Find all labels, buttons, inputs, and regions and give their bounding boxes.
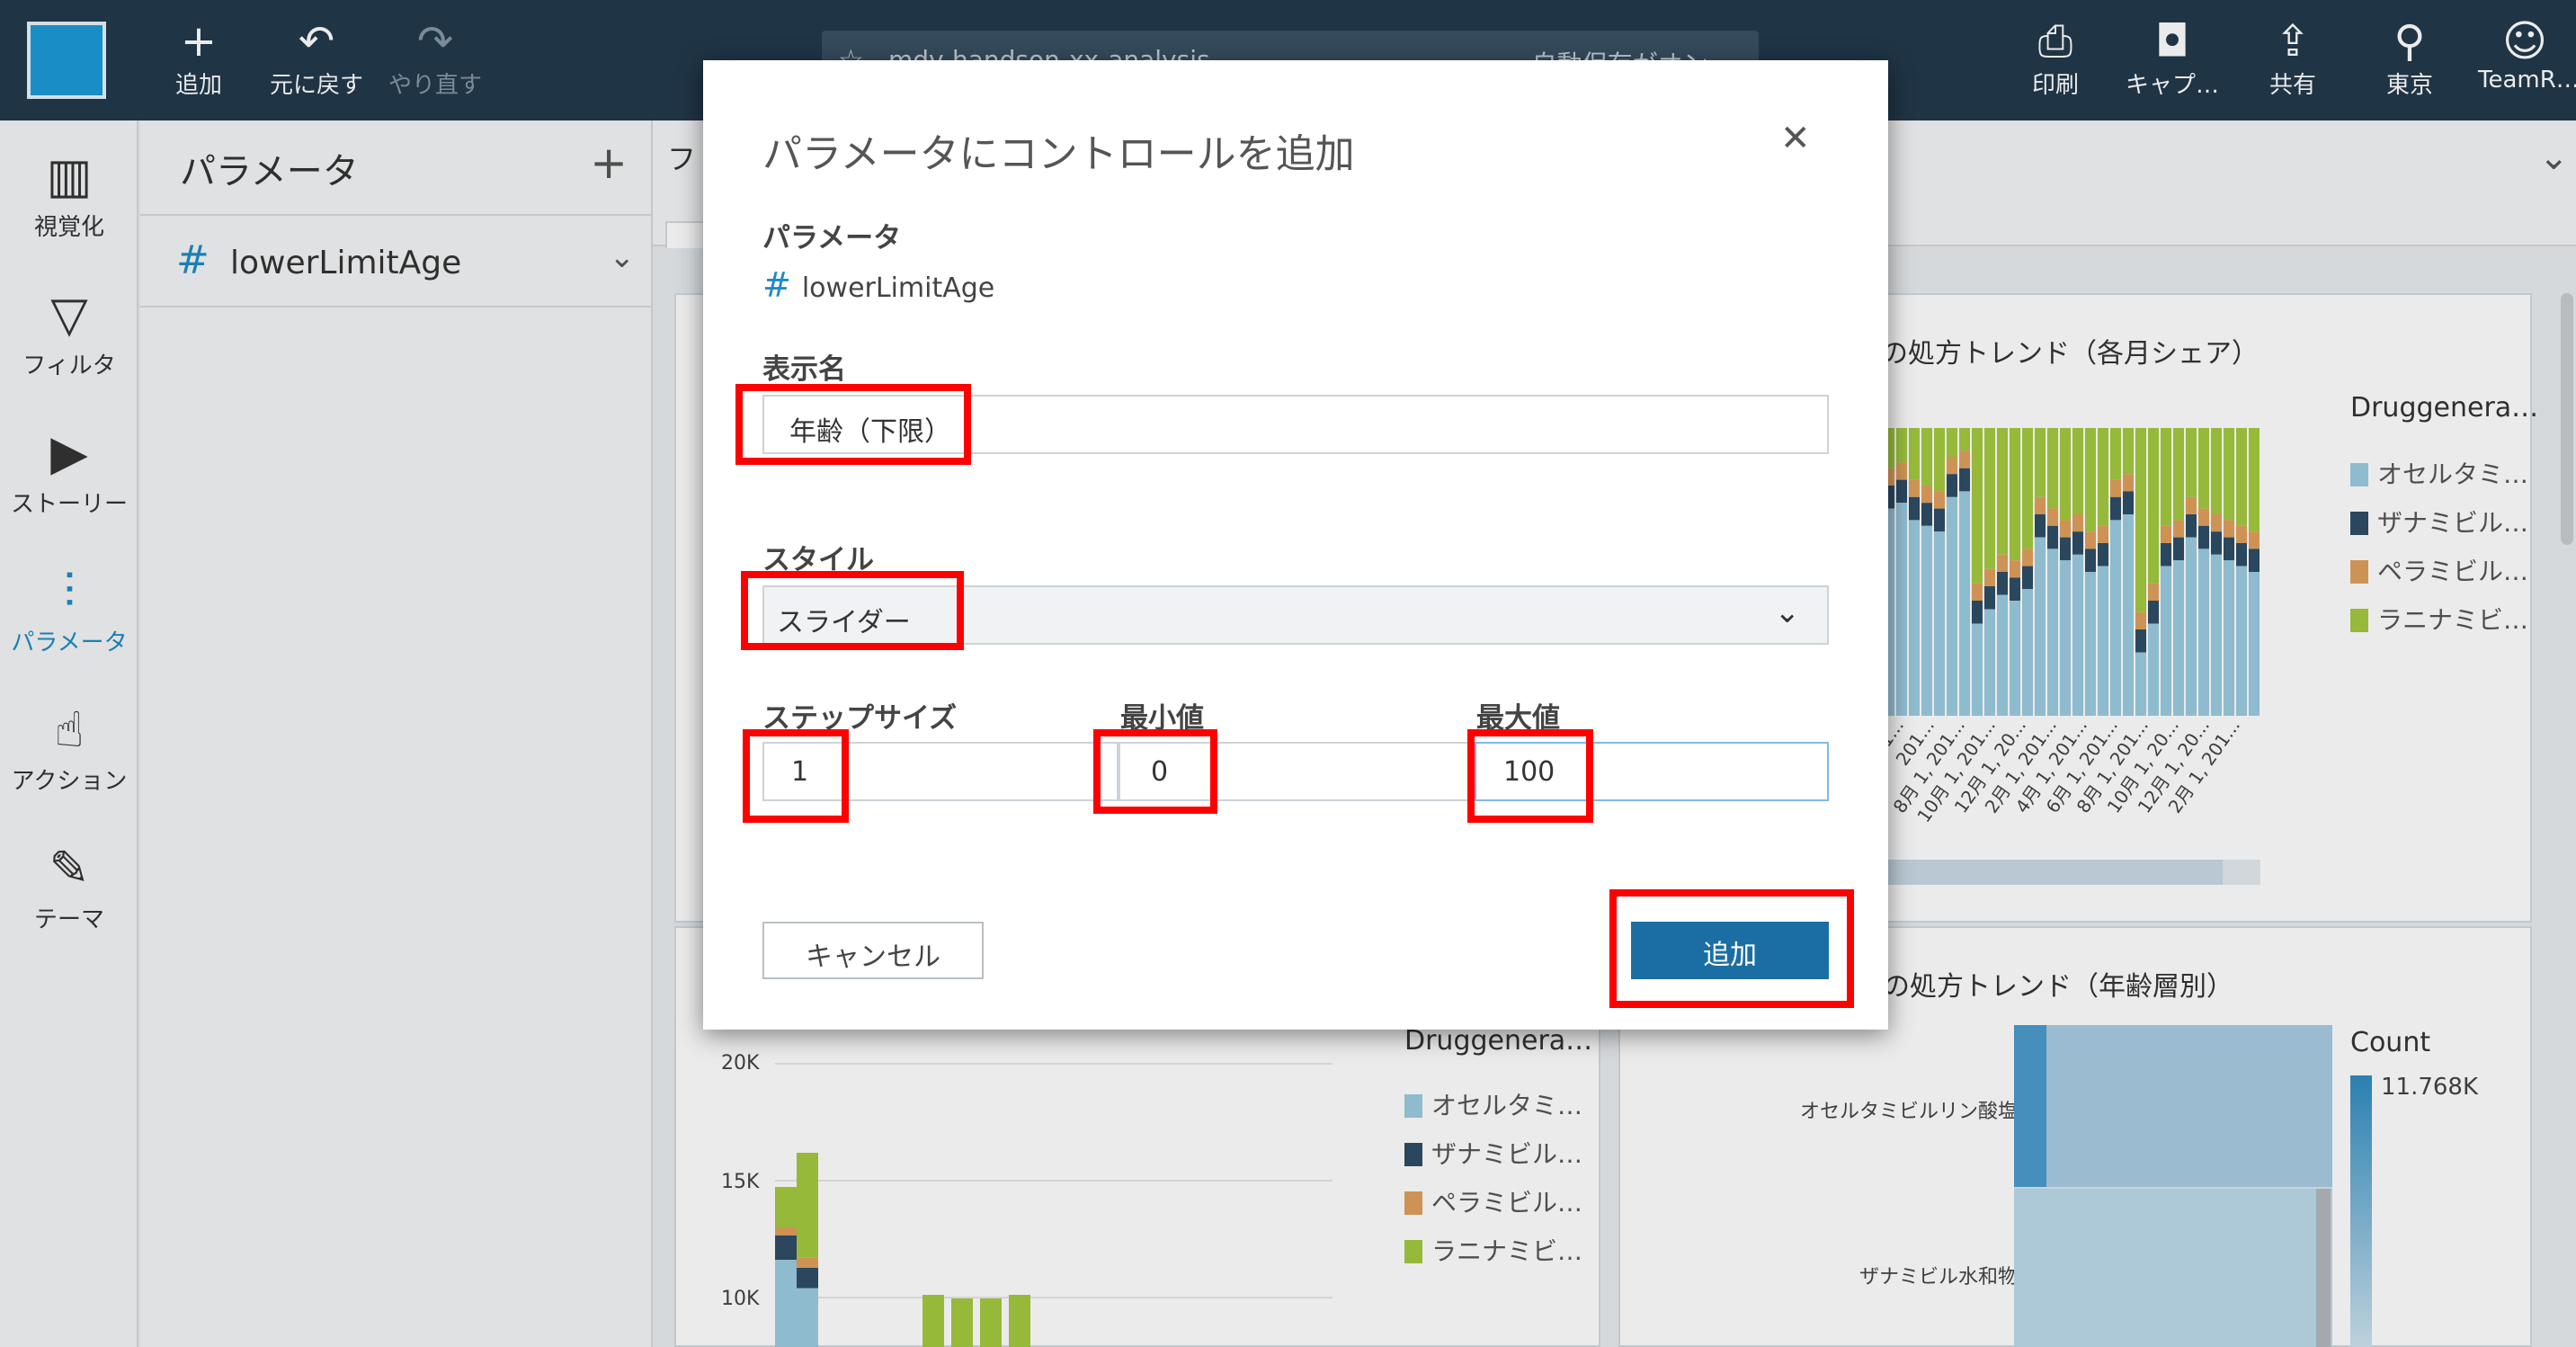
highlight-box (743, 729, 849, 823)
close-icon[interactable]: ✕ (1780, 118, 1811, 159)
dialog-title: パラメータにコントロールを追加 (762, 131, 1355, 177)
chevron-down-icon: ⌄ (1774, 594, 1801, 630)
display-name-label: 表示名 (762, 353, 846, 386)
highlight-box (1609, 889, 1854, 1008)
highlight-box (741, 571, 964, 650)
add-control-dialog: パラメータにコントロールを追加 ✕ パラメータ # lowerLimitAge 表… (703, 60, 1888, 1030)
parameter-name: # lowerLimitAge (762, 265, 995, 305)
highlight-box (1093, 729, 1217, 814)
cancel-button[interactable]: キャンセル (762, 922, 984, 979)
hash-icon: # (762, 265, 791, 305)
parameter-label: パラメータ (762, 222, 902, 254)
highlight-box (1467, 729, 1593, 823)
highlight-box (735, 384, 971, 465)
